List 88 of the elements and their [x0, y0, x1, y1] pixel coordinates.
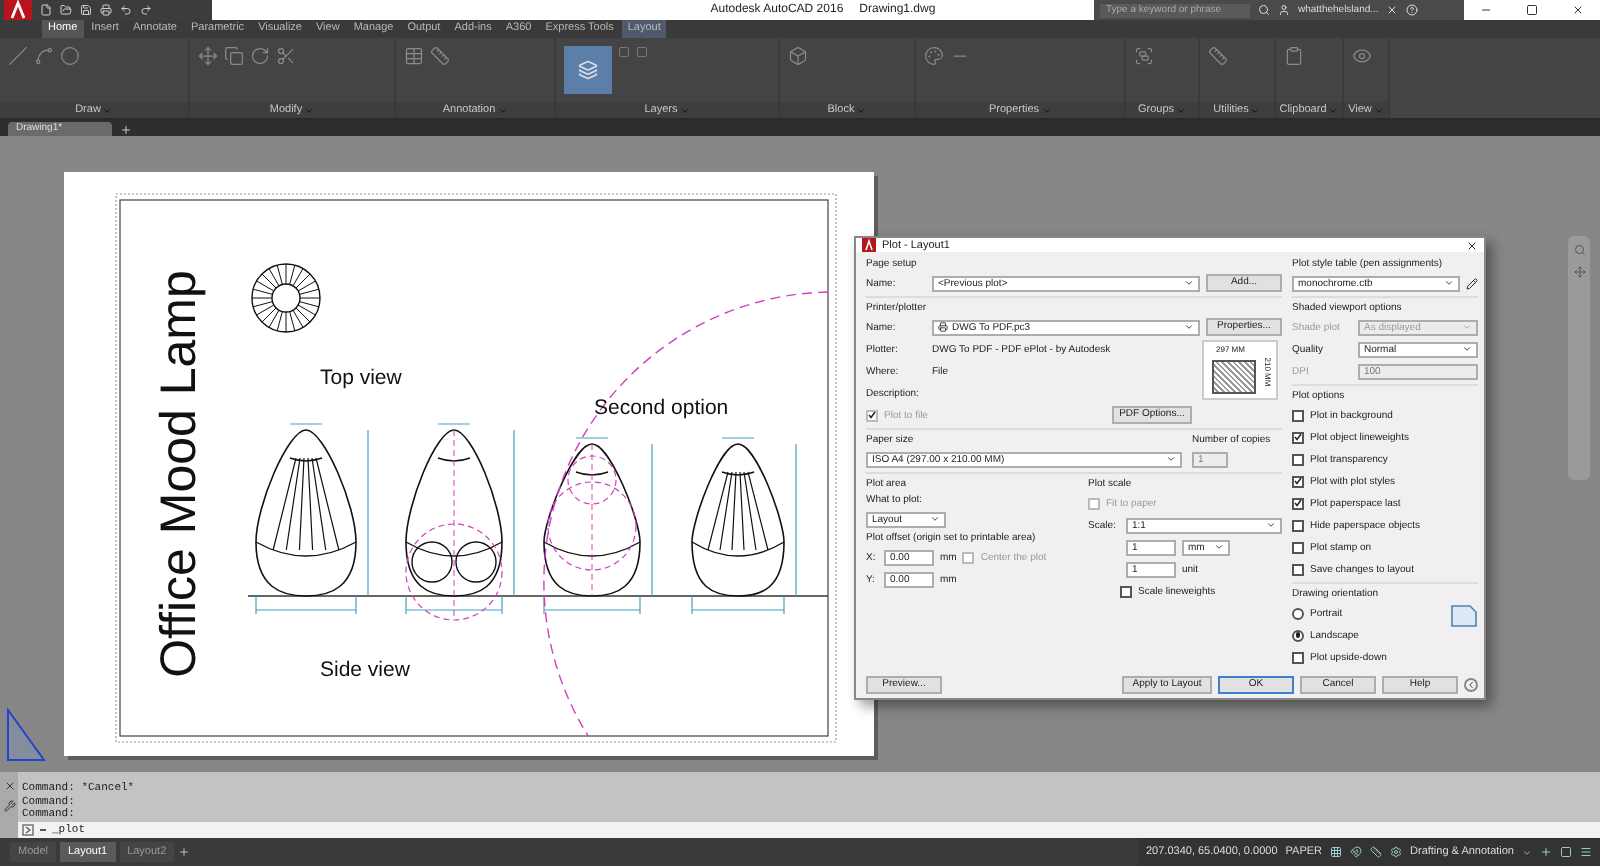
close-icon[interactable]	[1571, 4, 1584, 16]
checkbox[interactable]	[1292, 431, 1304, 443]
view-icon[interactable]	[1352, 46, 1372, 66]
checkbox[interactable]	[1292, 563, 1304, 575]
search-icon[interactable]	[1258, 4, 1270, 16]
app-logo-icon[interactable]	[4, 0, 32, 20]
polyline-icon[interactable]	[34, 46, 54, 66]
caret-icon	[102, 105, 113, 115]
checkmark-icon	[868, 410, 876, 420]
settings-icon[interactable]	[1390, 846, 1403, 858]
caret-icon	[1522, 847, 1532, 857]
clipboard-icon[interactable]	[1284, 46, 1304, 66]
view-label: Second option	[594, 396, 729, 420]
caret-icon	[679, 105, 690, 115]
grid-icon[interactable]	[1330, 846, 1343, 858]
copy-icon[interactable]	[224, 46, 244, 66]
caret-icon	[1444, 278, 1454, 288]
caret-icon	[1176, 105, 1187, 115]
caret-icon	[1184, 322, 1194, 332]
checkbox[interactable]	[1292, 475, 1304, 487]
dimension-icon[interactable]	[430, 46, 450, 66]
measure-icon[interactable]	[1208, 46, 1228, 66]
caret-icon	[304, 105, 315, 115]
user-icon	[1278, 4, 1290, 16]
printer-icon	[938, 322, 948, 332]
caret-icon	[1214, 542, 1224, 552]
menu-icon[interactable]	[1580, 846, 1592, 858]
checkbox[interactable]	[1292, 453, 1304, 465]
printable-area-hatch	[1212, 360, 1256, 394]
help-icon[interactable]	[1406, 4, 1419, 16]
checkmark-icon	[1294, 498, 1302, 508]
undo-icon[interactable]	[120, 4, 132, 16]
checkmark-icon	[1294, 432, 1302, 442]
caret-icon	[1328, 105, 1339, 115]
caret-icon	[1373, 105, 1384, 115]
table-icon[interactable]	[404, 46, 424, 66]
screen-icon[interactable]	[1560, 846, 1572, 858]
folder-icon[interactable]	[60, 4, 72, 16]
wrench-icon[interactable]	[3, 800, 15, 812]
checkbox[interactable]	[1120, 585, 1132, 597]
checkbox[interactable]	[1292, 519, 1304, 531]
radio-button[interactable]	[1292, 607, 1304, 619]
caret-icon	[1184, 278, 1194, 288]
checkbox[interactable]	[1292, 409, 1304, 421]
redo-icon[interactable]	[140, 4, 152, 16]
caret-icon	[1041, 105, 1052, 115]
caret-icon	[1462, 344, 1472, 354]
rotate-icon[interactable]	[250, 46, 270, 66]
view-label: Top view	[320, 366, 402, 390]
trim-icon[interactable]	[276, 46, 296, 66]
color-icon[interactable]	[924, 46, 944, 66]
caret-icon	[497, 105, 508, 115]
close-icon[interactable]	[1466, 239, 1478, 251]
new-file-icon[interactable]	[40, 4, 52, 16]
line-icon[interactable]	[8, 46, 28, 66]
layer-properties-button[interactable]	[564, 46, 612, 94]
checkbox[interactable]	[1292, 541, 1304, 553]
ucs-icon	[4, 704, 48, 764]
new-layout-icon[interactable]	[178, 846, 191, 858]
edit-icon[interactable]	[1466, 277, 1478, 289]
checkbox[interactable]	[1292, 497, 1304, 509]
radio-button[interactable]	[1292, 629, 1304, 641]
minimize-icon[interactable]	[1480, 4, 1493, 16]
save-icon[interactable]	[80, 4, 92, 16]
move-icon[interactable]	[198, 46, 218, 66]
group-icon[interactable]	[1134, 46, 1154, 66]
new-tab-icon[interactable]	[120, 124, 132, 136]
caret-icon	[1266, 520, 1276, 530]
circle-icon[interactable]	[60, 46, 80, 66]
top-view-drawing	[251, 263, 321, 333]
checkbox[interactable]	[1292, 651, 1304, 663]
pan-icon[interactable]	[1573, 266, 1585, 278]
print-icon[interactable]	[100, 4, 112, 16]
command-prompt-icon[interactable]	[22, 823, 34, 836]
caret-icon	[930, 514, 940, 524]
drawing-title: Office Mood Lamp	[151, 270, 209, 678]
collapse-icon[interactable]	[1464, 678, 1478, 692]
maximize-icon[interactable]	[1525, 4, 1538, 16]
view-label: Side view	[320, 658, 410, 682]
caret-icon	[1166, 454, 1176, 464]
plus-icon[interactable]	[1540, 846, 1552, 858]
layers-icon	[578, 60, 598, 80]
page-orientation-icon	[1450, 604, 1478, 628]
checkmark-icon	[1294, 476, 1302, 486]
caret-icon	[1250, 105, 1261, 115]
block-icon[interactable]	[788, 46, 808, 66]
caret-icon	[1462, 322, 1472, 332]
caret-icon	[856, 105, 867, 115]
